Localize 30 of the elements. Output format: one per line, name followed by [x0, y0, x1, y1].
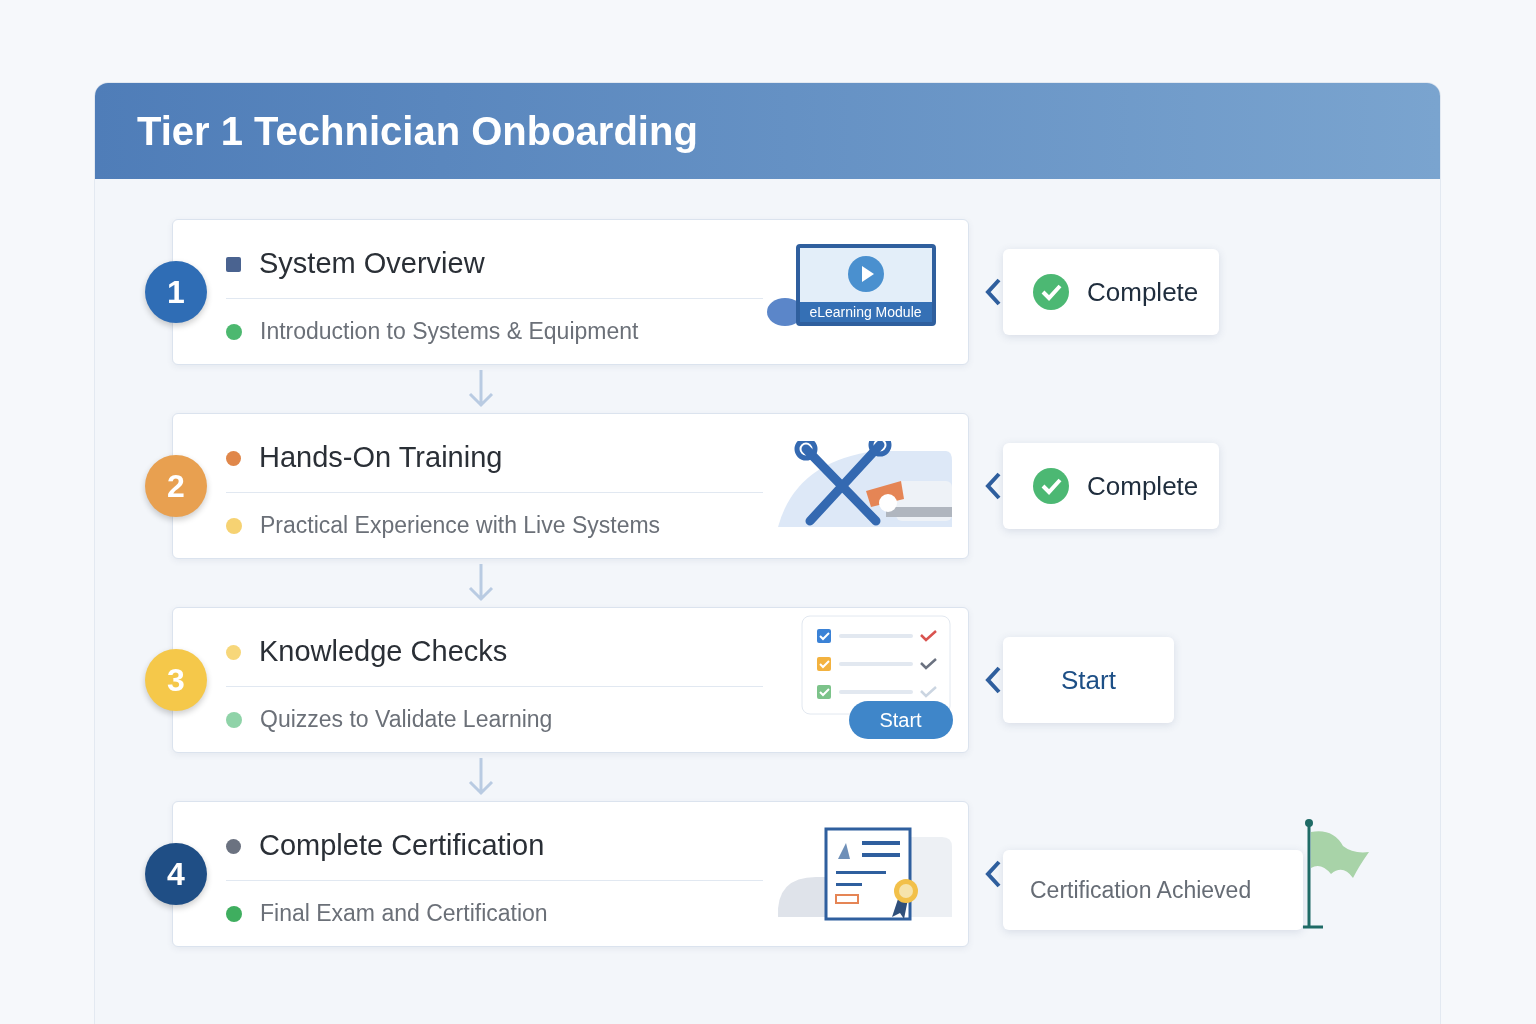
step-subtitle: Introduction to Systems & Equipment [260, 317, 639, 347]
start-button[interactable]: Start [1003, 637, 1174, 723]
module-label: eLearning Module [799, 302, 932, 322]
down-arrow-icon [468, 564, 494, 602]
step-number: 1 [145, 261, 207, 323]
step-subtitle: Final Exam and Certification [260, 899, 548, 929]
step-title: Knowledge Checks [259, 634, 508, 670]
play-icon [847, 256, 884, 292]
status-label: Complete [1087, 469, 1199, 503]
step-number: 2 [145, 455, 207, 517]
check-icon [1033, 468, 1069, 504]
chevron-icon [985, 666, 1001, 694]
start-button[interactable]: Start [848, 701, 953, 739]
status-label: Certification Achieved [1030, 875, 1252, 905]
step-number: 4 [145, 843, 207, 905]
chevron-icon [985, 472, 1001, 500]
page-title: Tier 1 Technician Onboarding [137, 108, 698, 155]
check-icon [1033, 274, 1069, 310]
step-title: Hands-On Training [259, 440, 503, 476]
status-label: Complete [1087, 275, 1199, 309]
step-number: 3 [145, 649, 207, 711]
down-arrow-icon [468, 758, 494, 796]
step-title: Complete Certification [259, 828, 545, 864]
chevron-icon [985, 278, 1001, 306]
step-subtitle: Practical Experience with Live Systems [260, 511, 661, 541]
down-arrow-icon [468, 370, 494, 408]
step-title: System Overview [259, 246, 485, 282]
flag-icon [1303, 818, 1371, 930]
chevron-icon [985, 860, 1001, 888]
step-subtitle: Quizzes to Validate Learning [260, 705, 553, 735]
